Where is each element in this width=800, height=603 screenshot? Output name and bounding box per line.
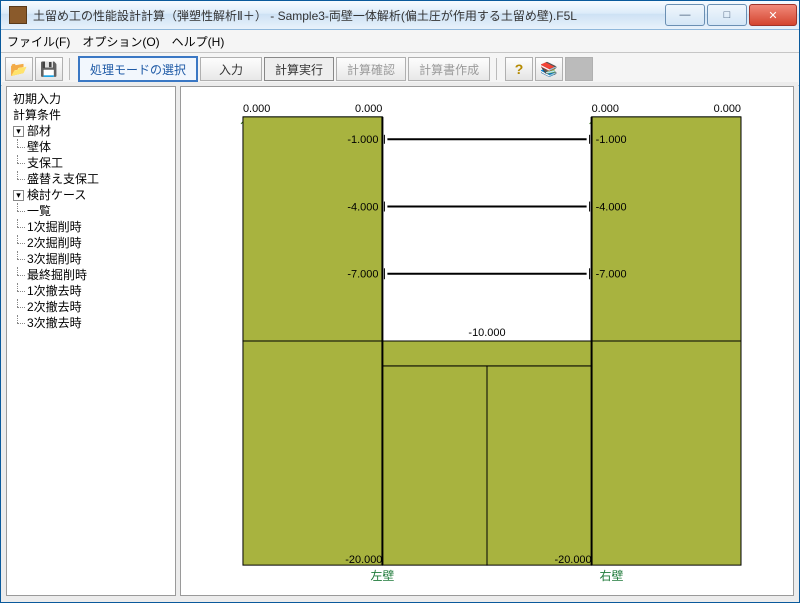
menu-option[interactable]: オプション(O) [82,33,159,50]
tree-node-case4[interactable]: 最終掘削時 [27,267,173,283]
strut-1 [384,135,589,144]
separator [496,58,499,80]
mode-report-button[interactable]: 計算書作成 [408,57,490,81]
soil-left-lower [243,341,382,565]
collapse-icon[interactable]: ▾ [13,126,24,137]
tree-node-caselist[interactable]: 一覧 [27,203,173,219]
save-button[interactable]: 💾 [35,57,63,81]
label-left-wall: 左壁 [370,568,394,583]
minimize-button[interactable]: — [665,4,705,26]
soil-inner-right [487,366,592,565]
section-svg: 0.000 0.000 0.000 0.000 -1.000 -1.000 -4… [181,87,793,595]
label-right-wall: 右壁 [600,568,624,583]
label-d4r: -4.000 [596,202,627,214]
grey-button[interactable] [565,57,593,81]
label-d1l: -1.000 [347,134,378,146]
app-icon [9,6,27,24]
label-d1r: -1.000 [596,134,627,146]
soil-inner-left [382,366,487,565]
tree-node-case2[interactable]: 2次掘削時 [27,235,173,251]
label-b2: -20.000 [554,554,591,566]
tree-panel[interactable]: 初期入力 計算条件 ▾部材 壁体 支保工 盛替え支保工 ▾検討ケース 一覧 1次… [6,86,176,596]
mode-run-button[interactable]: 計算実行 [264,57,334,81]
tree-node-replace-support[interactable]: 盛替え支保工 [27,171,173,187]
collapse-icon[interactable]: ▾ [13,190,24,201]
label-d4l: -4.000 [347,202,378,214]
tree-node-case6[interactable]: 2次撤去時 [27,299,173,315]
label-d7l: -7.000 [347,268,378,280]
mode-input-button[interactable]: 入力 [200,57,262,81]
tree-node-case5[interactable]: 1次撤去時 [27,283,173,299]
tree-node-case1[interactable]: 1次掘削時 [27,219,173,235]
label-zero-lw: 0.000 [355,103,382,115]
maximize-button[interactable]: □ [707,4,747,26]
label-zero-right: 0.000 [714,103,741,115]
title-bar: 土留め工の性能設計計算（弾塑性解析Ⅱ＋） - Sample3-両壁一体解析(偏土… [1,1,799,30]
tree-node-case3[interactable]: 3次掘削時 [27,251,173,267]
separator [69,58,72,80]
soil-inner-top [382,341,591,366]
app-window: 土留め工の性能設計計算（弾塑性解析Ⅱ＋） - Sample3-両壁一体解析(偏土… [0,0,800,603]
soil-left-upper [243,117,382,341]
tree-node-case7[interactable]: 3次撤去時 [27,315,173,331]
tree-node-cases[interactable]: ▾検討ケース 一覧 1次掘削時 2次掘削時 3次掘削時 最終掘削時 1次撤去時 … [13,187,173,331]
soil-right-lower [592,341,741,565]
soil-right-upper [592,117,741,341]
tree-node-wall[interactable]: 壁体 [27,139,173,155]
strut-2 [384,202,589,212]
close-button[interactable]: ✕ [749,4,797,26]
client-area: 初期入力 計算条件 ▾部材 壁体 支保工 盛替え支保工 ▾検討ケース 一覧 1次… [2,82,798,600]
label-b1: -20.000 [345,554,382,566]
folder-open-icon: 📂 [10,62,27,76]
tree-node-initial[interactable]: 初期入力 [13,91,173,107]
tree-node-members[interactable]: ▾部材 壁体 支保工 盛替え支保工 [13,123,173,187]
help-button[interactable]: ? [505,57,533,81]
window-buttons: — □ ✕ [665,4,797,26]
tree-node-support[interactable]: 支保工 [27,155,173,171]
save-icon: 💾 [40,62,57,76]
tree-node-conditions[interactable]: 計算条件 [13,107,173,123]
menu-bar: ファイル(F) オプション(O) ヘルプ(H) [1,30,799,53]
strut-3 [384,268,589,279]
window-title: 土留め工の性能設計計算（弾塑性解析Ⅱ＋） - Sample3-両壁一体解析(偏土… [33,7,665,24]
label-d7r: -7.000 [596,268,627,280]
book-icon: 📚 [540,62,557,76]
section-canvas: 0.000 0.000 0.000 0.000 -1.000 -1.000 -4… [180,86,794,596]
menu-file[interactable]: ファイル(F) [7,33,70,50]
label-zero-left: 0.000 [243,103,270,115]
label-zero-rw: 0.000 [592,103,619,115]
label-d10: -10.000 [468,327,505,339]
mode-check-button[interactable]: 計算確認 [336,57,406,81]
mode-select-button[interactable]: 処理モードの選択 [78,56,198,82]
open-button[interactable]: 📂 [5,57,33,81]
reference-button[interactable]: 📚 [535,57,563,81]
menu-help[interactable]: ヘルプ(H) [172,33,225,50]
help-icon: ? [515,62,524,76]
